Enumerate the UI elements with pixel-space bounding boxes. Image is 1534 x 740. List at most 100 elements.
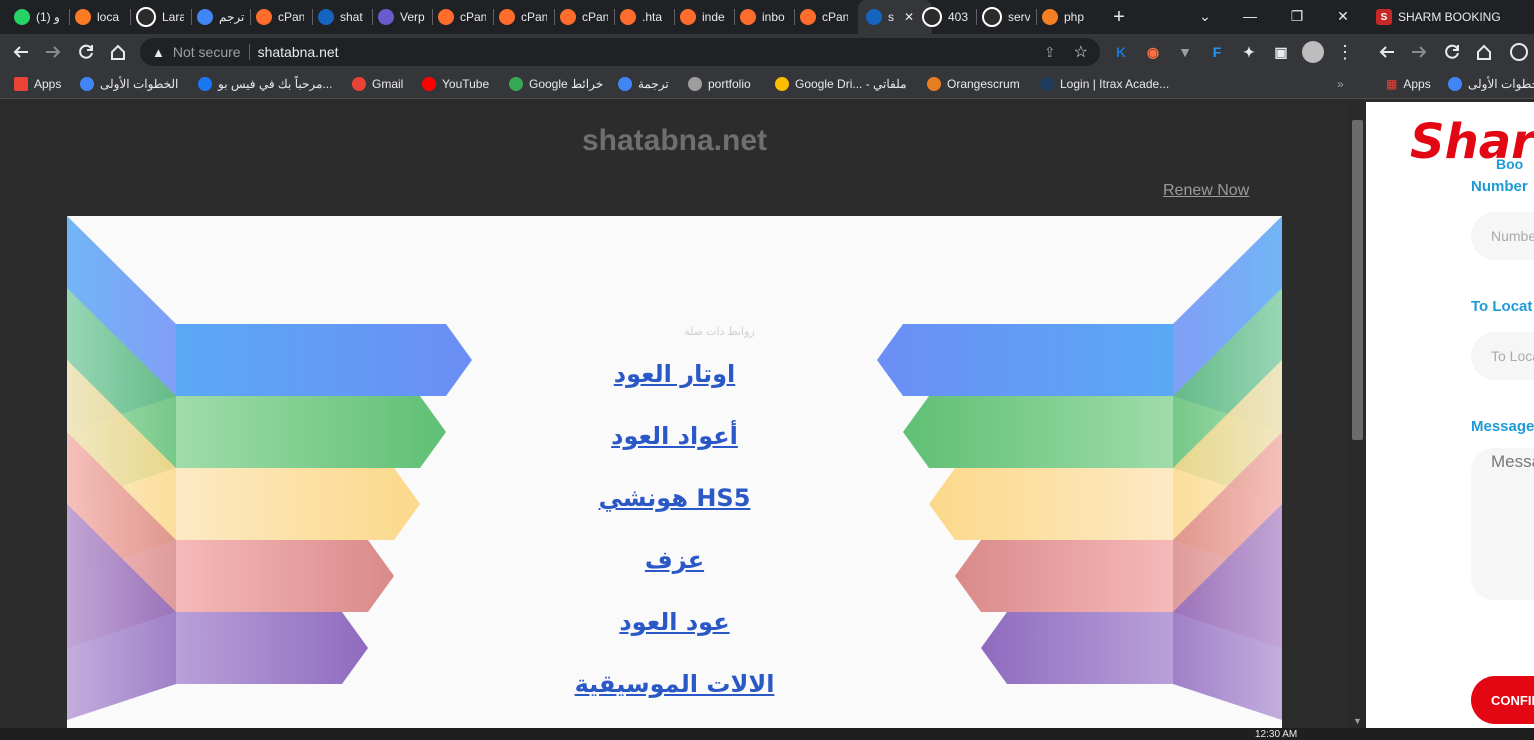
tab-title: inbo — [762, 10, 785, 24]
share-icon[interactable]: ⇪ — [1044, 44, 1056, 61]
tab-item[interactable]: s ✕ — [858, 0, 932, 34]
forward-button[interactable] — [40, 40, 66, 64]
reload-icon — [1445, 44, 1459, 59]
bookmark-label: portfolio — [708, 77, 751, 91]
bookmark-item[interactable]: Apps — [14, 75, 61, 93]
scroll-down-arrow-icon[interactable]: ▼ — [1353, 716, 1362, 726]
bookmark-item[interactable]: YouTube — [422, 75, 489, 93]
f-extension-icon[interactable]: F — [1204, 40, 1230, 64]
second-back-button[interactable] — [1374, 40, 1400, 64]
second-info-icon[interactable] — [1506, 40, 1532, 64]
related-link[interactable]: عزف — [645, 542, 704, 604]
tab-item[interactable]: cPan — [499, 4, 547, 30]
firefox-like-extension-icon[interactable]: ◉ — [1140, 40, 1166, 64]
close-tab-icon[interactable]: ✕ — [904, 10, 914, 24]
message-field-label: Message — [1471, 418, 1534, 435]
confirm-button[interactable]: CONFIR — [1471, 676, 1534, 724]
puzzle-extensions-icon[interactable]: ✦ — [1236, 40, 1262, 64]
v-logo-icon — [378, 9, 394, 25]
bookmarks-overflow-button[interactable]: » — [1337, 75, 1344, 93]
tab-item[interactable]: Lara — [136, 4, 184, 30]
renew-now-link[interactable]: Renew Now — [1163, 182, 1249, 200]
home-button[interactable] — [105, 40, 131, 64]
tab-search-button[interactable]: ⌄ — [1190, 6, 1220, 26]
second-home-button[interactable] — [1471, 40, 1497, 64]
tab-separator — [493, 9, 494, 25]
stackoverflow-icon — [1042, 9, 1058, 25]
tab-item[interactable]: Verp — [378, 4, 426, 30]
related-link[interactable]: هونشي HS5 — [599, 480, 751, 542]
address-divider — [248, 44, 250, 60]
wordpress-icon — [688, 77, 702, 91]
bookmark-item[interactable]: Orangescrum — [927, 75, 1020, 93]
second-tab-sharm-booking[interactable]: S SHARM BOOKING — [1376, 4, 1501, 30]
tab-separator — [432, 9, 433, 25]
related-link[interactable]: أعواد العود — [611, 418, 738, 480]
bookmark-item[interactable]: Login | Itrax Acade... — [1040, 75, 1169, 93]
k-extension-icon[interactable]: K — [1108, 40, 1134, 64]
related-link[interactable]: الالات الموسيقية — [575, 666, 775, 728]
sharm-logo-icon: S — [1376, 9, 1392, 25]
related-link[interactable]: عود العود — [619, 604, 729, 666]
second-forward-button[interactable] — [1406, 40, 1432, 64]
bookmark-label: YouTube — [442, 77, 490, 91]
address-bar[interactable]: ▲ Not secure shatabna.net ⇪ ☆ — [140, 38, 1100, 66]
tab-item[interactable]: php — [1042, 4, 1090, 30]
page-scrollbar[interactable]: ▼ — [1349, 102, 1366, 728]
minimize-button[interactable]: — — [1235, 6, 1265, 26]
vpn-extension-icon[interactable]: ▼ — [1172, 40, 1198, 64]
tab-item[interactable]: (1) و — [14, 4, 62, 30]
warning-icon[interactable]: ▲ — [152, 45, 165, 60]
to-location-input[interactable]: To Loca — [1471, 332, 1534, 380]
tab-item[interactable]: serv — [982, 4, 1030, 30]
tab-item[interactable]: inde — [680, 4, 728, 30]
taskbar-clock[interactable]: 12:30 AM — [1255, 730, 1297, 740]
tab-item[interactable]: cPan — [256, 4, 304, 30]
menu-button[interactable]: ⋮ — [1332, 40, 1358, 64]
reload-button[interactable] — [73, 40, 99, 64]
tab-item[interactable]: inbo — [740, 4, 788, 30]
bookmark-item[interactable]: Google خرائط — [509, 75, 603, 93]
restore-icon: ❐ — [1290, 7, 1304, 24]
globe-icon — [136, 7, 156, 27]
tab-item[interactable]: 403 — [922, 4, 970, 30]
back-button[interactable] — [8, 40, 34, 64]
new-tab-button[interactable]: + — [1108, 4, 1130, 30]
tab-item[interactable]: cPan — [800, 4, 848, 30]
bookmark-item[interactable]: مرحباً بك في فيس بو... — [198, 75, 332, 93]
second-reload-button[interactable] — [1439, 40, 1465, 64]
tab-separator — [69, 9, 70, 25]
bookmark-item[interactable]: portfolio — [688, 75, 751, 93]
url-text[interactable]: shatabna.net — [258, 44, 339, 60]
message-textarea[interactable]: Messa — [1471, 448, 1534, 600]
arrow-right-icon — [46, 46, 61, 58]
number-input[interactable]: Numbe — [1471, 212, 1534, 260]
profile-avatar[interactable] — [1300, 40, 1326, 64]
tab-item[interactable]: cPan — [560, 4, 608, 30]
restore-button[interactable]: ❐ — [1282, 6, 1312, 26]
close-window-button[interactable]: ✕ — [1328, 6, 1358, 26]
bookmark-item[interactable]: Google Dri... - ملفاتي — [775, 75, 907, 93]
tab-item[interactable]: loca — [75, 4, 123, 30]
tab-item[interactable]: shat — [318, 4, 366, 30]
bookmark-item[interactable]: ترجمة — [618, 75, 669, 93]
bookmark-star-icon[interactable]: ☆ — [1074, 42, 1088, 62]
kebab-menu-icon: ⋮ — [1336, 41, 1354, 62]
second-bookmark-apps[interactable]: ▦ Apps — [1386, 75, 1431, 93]
tab-item[interactable]: cPan — [438, 4, 486, 30]
related-link[interactable]: اوتار العود — [614, 356, 736, 418]
orangescrum-icon — [927, 77, 941, 91]
bookmark-item[interactable]: الخطوات الأولى — [80, 75, 178, 93]
second-bookmark-first-steps[interactable]: الخطوات الأولى — [1448, 75, 1534, 93]
tab-title: cPan — [822, 10, 848, 24]
tab-item[interactable]: .hta — [620, 4, 668, 30]
bookmark-label: Apps — [34, 77, 62, 91]
browser-window: (1) و loca Lara ترجم cPan shat Verp cPan cPan cPa… — [0, 0, 1366, 740]
bookmark-item[interactable]: Gmail — [352, 75, 403, 93]
sidebar-icon[interactable]: ▣ — [1268, 40, 1294, 64]
tab-item[interactable]: ترجم — [197, 4, 245, 30]
scrollbar-thumb[interactable] — [1352, 120, 1363, 440]
google-drive-icon — [775, 77, 789, 91]
site-name-heading: shatabna.net — [581, 124, 768, 157]
globe-icon — [922, 7, 942, 27]
